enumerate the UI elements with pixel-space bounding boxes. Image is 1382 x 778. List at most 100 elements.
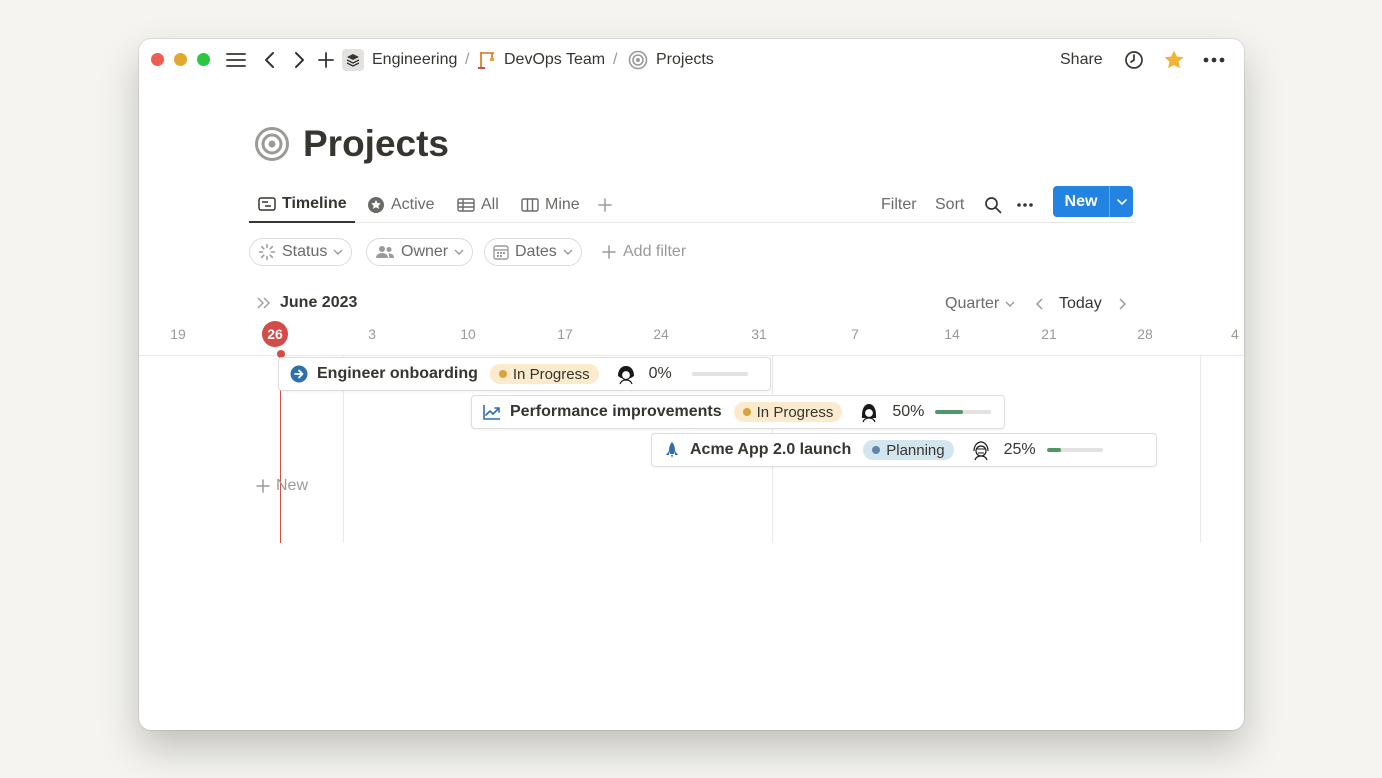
progress-bar	[691, 372, 748, 376]
progress-bar	[935, 410, 992, 414]
crane-icon	[475, 49, 497, 71]
sort-button[interactable]: Sort	[935, 187, 964, 223]
previous-period-icon[interactable]	[1031, 295, 1049, 313]
close-window-button[interactable]	[151, 53, 164, 66]
app-window: Engineering / DevOps Team / Projects Sha…	[139, 39, 1244, 730]
timeline-divider	[139, 355, 1244, 356]
timeline-bar-acme-app-launch[interactable]: Acme App 2.0 launch Planning 25%	[651, 433, 1157, 467]
plus-icon[interactable]	[315, 49, 337, 71]
timeline-scale-select[interactable]: Quarter	[945, 293, 1015, 315]
chevron-down-icon	[454, 249, 464, 255]
status-dot	[872, 446, 881, 454]
maximize-window-button[interactable]	[197, 53, 210, 66]
menu-icon[interactable]	[225, 49, 247, 71]
project-title: Engineer onboarding	[317, 365, 478, 382]
date-tick: 31	[751, 326, 767, 342]
search-icon[interactable]	[984, 187, 1002, 223]
arrow-circle-icon	[289, 364, 309, 384]
avatar	[973, 441, 989, 461]
chevron-down-icon	[333, 249, 343, 255]
tab-all[interactable]: All	[457, 187, 499, 223]
title-bar: Engineering / DevOps Team / Projects Sha…	[139, 39, 1244, 81]
forward-arrow-icon[interactable]	[288, 49, 310, 71]
breadcrumb-separator: /	[465, 51, 470, 68]
project-title: Acme App 2.0 launch	[690, 441, 852, 458]
chevron-down-icon	[1005, 301, 1015, 307]
breadcrumb-separator: /	[613, 51, 618, 68]
status-badge: Planning	[863, 440, 954, 460]
next-period-icon[interactable]	[1113, 295, 1131, 313]
filter-button[interactable]: Filter	[881, 187, 917, 223]
add-filter-button[interactable]: Add filter	[602, 238, 686, 266]
target-icon	[627, 49, 649, 71]
date-tick: 21	[1041, 326, 1057, 342]
today-marker: 26	[262, 321, 288, 347]
tab-label: All	[481, 196, 499, 213]
add-new-row-button[interactable]: New	[256, 477, 308, 495]
chart-line-icon	[482, 402, 502, 422]
tab-active[interactable]: Active	[367, 187, 435, 223]
breadcrumb-devops-team[interactable]: DevOps Team	[504, 49, 605, 71]
view-options-icon[interactable]	[1016, 187, 1034, 223]
minimize-window-button[interactable]	[174, 53, 187, 66]
owner-filter-pill[interactable]: Owner	[366, 238, 474, 266]
date-tick: 28	[1137, 326, 1153, 342]
status-badge: In Progress	[489, 364, 599, 384]
plus-icon	[598, 198, 612, 212]
date-tick: 19	[170, 326, 186, 342]
gridline	[1200, 356, 1201, 543]
new-row-label: New	[276, 477, 309, 494]
collapse-chevrons-icon[interactable]	[256, 297, 272, 309]
share-button[interactable]: Share	[1060, 49, 1103, 71]
chevron-down-icon	[563, 249, 573, 255]
tab-mine[interactable]: Mine	[521, 187, 580, 223]
breadcrumb-engineering[interactable]: Engineering	[372, 49, 457, 71]
status-icon	[258, 243, 276, 261]
status-filter-pill[interactable]: Status	[249, 238, 353, 266]
date-tick: 14	[944, 326, 960, 342]
page-target-icon[interactable]	[254, 126, 290, 162]
favorite-star-icon[interactable]	[1163, 49, 1185, 71]
new-dropdown-chevron-icon[interactable]	[1109, 186, 1133, 217]
today-button[interactable]: Today	[1059, 293, 1102, 315]
status-label: In Progress	[756, 403, 834, 421]
progress-bar	[1046, 448, 1103, 452]
timeline-bar-engineer-onboarding[interactable]: Engineer onboarding In Progress 0%	[278, 357, 771, 391]
tab-label: Timeline	[282, 195, 347, 212]
status-dot	[498, 370, 507, 378]
dates-filter-pill[interactable]: Dates	[484, 238, 582, 266]
plus-icon	[256, 479, 270, 493]
page-title[interactable]: Projects	[303, 121, 449, 167]
timeline-icon	[258, 197, 276, 211]
history-clock-icon[interactable]	[1123, 49, 1145, 71]
progress-fill	[1046, 448, 1061, 452]
more-options-icon[interactable]	[1203, 49, 1225, 71]
status-label: Planning	[886, 441, 945, 459]
view-tabs: Timeline Active All Mine Filter Sort	[249, 187, 1134, 223]
scale-label: Quarter	[945, 295, 1000, 312]
timeline-bar-performance-improvements[interactable]: Performance improvements In Progress 50%	[471, 395, 1005, 429]
date-tick: 3	[368, 326, 376, 342]
month-label: June 2023	[280, 294, 358, 311]
breadcrumb-projects[interactable]: Projects	[656, 49, 714, 71]
avatar	[617, 366, 634, 385]
progress-percent: 50%	[892, 403, 925, 420]
table-icon	[457, 198, 475, 212]
new-button[interactable]: New	[1053, 186, 1109, 217]
people-icon	[376, 246, 394, 258]
board-icon	[521, 198, 539, 212]
tab-timeline[interactable]: Timeline	[249, 187, 355, 223]
back-arrow-icon[interactable]	[259, 49, 281, 71]
pill-label: Dates	[515, 243, 557, 260]
add-view-button[interactable]	[598, 187, 612, 223]
date-tick: 24	[653, 326, 669, 342]
tab-label: Mine	[545, 196, 580, 213]
star-circle-icon	[368, 197, 384, 213]
avatar	[862, 404, 877, 423]
rocket-icon	[662, 440, 682, 460]
status-label: In Progress	[512, 365, 590, 383]
date-tick: 17	[557, 326, 573, 342]
pill-label: Owner	[401, 243, 449, 260]
date-tick: 7	[851, 326, 859, 342]
progress-percent: 0%	[648, 365, 672, 382]
